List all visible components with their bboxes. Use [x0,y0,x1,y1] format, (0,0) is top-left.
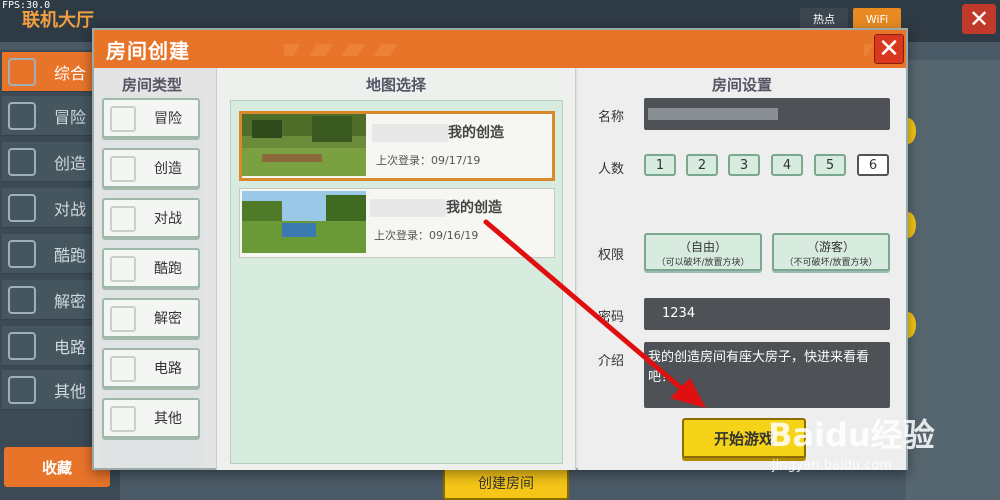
room-type-adventure[interactable]: 冒险 [102,98,200,138]
sidebar-item-label: 解密 [54,291,87,311]
sidebar-item-label: 其他 [54,381,87,401]
permission-label: 权限 [598,248,625,263]
map-name-redacted [372,124,448,142]
sidebar-item-label: 综合 [54,63,87,83]
room-type-create[interactable]: 创造 [102,148,200,188]
room-type-label: 解密 [154,311,182,327]
battle-icon [110,206,136,232]
other-icon [8,376,36,404]
room-type-label: 其他 [154,411,182,427]
room-name-redacted [648,108,778,120]
watermark-url: jingyan.baidu.com [772,458,892,473]
player-count-3[interactable]: 3 [728,154,760,176]
map-card[interactable]: 我的创造 上次登录：09/16/19 [239,188,555,258]
tab-wifi[interactable]: WiFi [853,8,901,30]
map-thumbnail [242,191,366,253]
parkour-icon [110,256,136,282]
permission-desc: （可以破坏/放置方块） [656,258,750,268]
battle-icon [8,194,36,222]
intro-field[interactable]: 我的创造房间有座大房子，快进来看看吧！ [644,342,890,408]
create-icon [110,156,136,182]
name-label: 名称 [598,110,625,125]
map-name-redacted [370,199,446,217]
room-type-label: 对战 [154,211,182,227]
map-last-login: 上次登录：09/16/19 [374,229,479,242]
room-type-label: 酷跑 [154,261,182,277]
permission-desc: （不可破坏/放置方块） [784,258,878,268]
room-type-battle[interactable]: 对战 [102,198,200,238]
header-decoration [284,44,404,56]
map-card[interactable]: 我的创造 上次登录：09/17/19 [239,111,555,181]
player-count-label: 人数 [598,162,625,177]
puzzle-icon [110,306,136,332]
map-select-header: 地图选择 [365,76,426,94]
permission-free-button[interactable]: （自由） （可以破坏/放置方块） [644,233,762,271]
room-settings-header: 房间设置 [711,76,772,94]
room-type-circuit[interactable]: 电路 [102,348,200,388]
general-icon [8,58,36,86]
map-name: 我的创造 [372,122,552,142]
map-thumbnail [242,114,366,176]
permission-title: （游客） [806,240,855,254]
password-field[interactable]: 1234 [644,298,890,330]
other-icon [110,406,136,432]
intro-label: 介绍 [598,354,625,369]
room-type-label: 电路 [154,361,182,377]
player-count-4[interactable]: 4 [771,154,803,176]
player-count-5[interactable]: 5 [814,154,846,176]
create-room-button[interactable]: 创建房间 [443,465,569,500]
sidebar-item-label: 创造 [54,153,87,173]
adventure-icon [110,106,136,132]
room-name-field[interactable] [644,98,890,130]
create-icon [8,148,36,176]
room-create-dialog: 房间创建 ✕ 房间类型 冒险 创造 对战 酷跑 解密 电路 其他 地图选择 我的… [92,28,908,470]
permission-guest-button[interactable]: （游客） （不可破坏/放置方块） [772,233,890,271]
player-count-1[interactable]: 1 [644,154,676,176]
dialog-title: 房间创建 [106,39,190,63]
room-type-puzzle[interactable]: 解密 [102,298,200,338]
player-count-6[interactable]: 6 [857,154,889,176]
map-list[interactable]: 我的创造 上次登录：09/17/19 我的创造 上次登录：09/16/19 [230,100,563,464]
circuit-icon [110,356,136,382]
puzzle-icon [8,286,36,314]
room-type-label: 创造 [154,161,182,177]
sidebar-item-label: 对战 [54,199,87,219]
player-count-2[interactable]: 2 [686,154,718,176]
map-name: 我的创造 [370,197,550,217]
lobby-close-icon[interactable]: ✕ [962,4,996,34]
dialog-header: 房间创建 ✕ [94,30,906,68]
sidebar-item-label: 酷跑 [54,245,87,265]
map-last-login: 上次登录：09/17/19 [376,154,481,167]
adventure-icon [8,102,36,130]
password-label: 密码 [598,310,625,325]
lobby-title: 联机大厅 [22,10,94,31]
parkour-icon [8,240,36,268]
room-type-list: 冒险 创造 对战 酷跑 解密 电路 其他 [100,96,204,468]
room-type-label: 冒险 [154,111,182,127]
watermark-logo: Baidu经验 [768,416,935,454]
circuit-icon [8,332,36,360]
sidebar-item-label: 冒险 [54,107,87,127]
tab-hotspot[interactable]: 热点 [800,8,848,30]
baidu-watermark: Baidu经验 jingyan.baidu.com [768,410,998,490]
permission-title: （自由） [678,240,727,254]
close-icon[interactable]: ✕ [874,34,904,64]
room-type-parkour[interactable]: 酷跑 [102,248,200,288]
room-type-header: 房间类型 [121,76,182,94]
sidebar-item-label: 电路 [54,337,87,357]
room-type-other[interactable]: 其他 [102,398,200,438]
